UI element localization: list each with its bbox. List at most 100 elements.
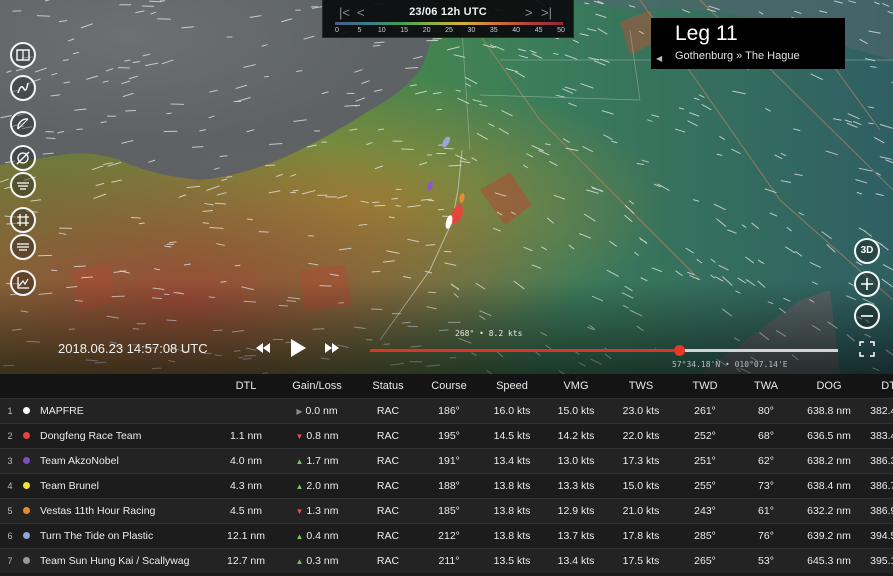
layers-icon[interactable] xyxy=(10,234,36,260)
cell-vmg: 14.2 kts xyxy=(544,422,608,448)
column-header-status[interactable]: Status xyxy=(358,374,418,398)
gain-loss-value: 1.7 nm xyxy=(306,454,339,467)
loss-down-icon: ▼ xyxy=(295,431,304,441)
cell-status: RAC xyxy=(358,497,418,523)
scale-tick-label: 50 xyxy=(557,27,565,34)
table-body: 1 MAPFRE ▶ 0.0 nm RAC 186° 16.0 kts 15.0 kts 23.… xyxy=(0,397,893,573)
cell-speed: 13.8 kts xyxy=(480,497,544,523)
race-map[interactable]: |< < 23/06 12h UTC > >| 0 5 10 15 20 25 30 35 40… xyxy=(0,0,893,374)
table-row[interactable]: 6 Turn The Tide on Plastic 12.1 nm ▲ 0.4 nm R… xyxy=(0,522,893,548)
team-color-dot xyxy=(23,432,30,440)
gain-loss-value: 2.0 nm xyxy=(306,479,339,492)
team-cell: Team Brunel xyxy=(20,472,216,498)
plus-icon xyxy=(861,278,873,290)
team-cell: Dongfeng Race Team xyxy=(20,422,216,448)
route-icon[interactable] xyxy=(10,75,36,101)
cell-dtf: 382.4 nm xyxy=(862,397,893,423)
gain-loss-value: 0.0 nm xyxy=(305,404,338,417)
column-header-team[interactable] xyxy=(20,374,216,398)
zoom-in-button[interactable] xyxy=(854,271,880,297)
team-color-dot xyxy=(23,407,30,415)
cell-status: RAC xyxy=(358,397,418,423)
grid-icon[interactable] xyxy=(10,207,36,233)
team-name: Team Brunel xyxy=(40,479,99,492)
map-book-icon[interactable] xyxy=(10,42,36,68)
gain-loss-value: 0.3 nm xyxy=(306,554,339,567)
cell-speed: 13.5 kts xyxy=(480,547,544,573)
play-button[interactable] xyxy=(289,336,309,360)
column-header-tws[interactable]: TWS xyxy=(608,374,674,398)
zoom-out-button[interactable] xyxy=(854,303,880,329)
chart-icon[interactable] xyxy=(10,270,36,296)
column-header-twa[interactable]: TWA xyxy=(736,374,796,398)
cell-twd: 285° xyxy=(674,522,736,548)
column-header-gain-loss[interactable]: Gain/Loss xyxy=(276,374,358,398)
leg-info-panel: ◀ Leg 11 Gothenburg » The Hague xyxy=(651,18,845,69)
loss-down-icon: ▼ xyxy=(295,506,304,516)
next-frame-button[interactable]: > xyxy=(525,5,533,20)
cell-dtl: 1.1 nm xyxy=(216,422,276,448)
leaderboard-table: DTL Gain/Loss Status Course Speed VMG TWS TWD TW… xyxy=(0,374,893,573)
cell-dog: 639.2 nm xyxy=(796,522,862,548)
cell-twd: 251° xyxy=(674,447,736,473)
column-header-dog[interactable]: DOG xyxy=(796,374,862,398)
rewind-button[interactable] xyxy=(254,336,272,360)
toggle-3d-button[interactable]: 3D xyxy=(854,238,880,264)
scale-tick-label: 25 xyxy=(445,27,453,34)
cell-status: RAC xyxy=(358,522,418,548)
table-row[interactable]: 4 Team Brunel 4.3 nm ▲ 2.0 nm RAC 188° 13.8 kts… xyxy=(0,472,893,498)
team-cell: MAPFRE xyxy=(20,397,216,423)
column-header-course[interactable]: Course xyxy=(418,374,480,398)
cell-dtf: 386.3 nm xyxy=(862,447,893,473)
column-header-rank[interactable] xyxy=(0,374,20,398)
scale-tick-label: 30 xyxy=(467,27,476,34)
cell-gain-loss: ▲ 1.7 nm xyxy=(276,447,358,473)
cell-dtf: 394.5 nm xyxy=(862,522,893,548)
fast-forward-button[interactable] xyxy=(323,336,341,360)
cell-speed: 16.0 kts xyxy=(480,397,544,423)
cell-gain-loss: ▲ 0.4 nm xyxy=(276,522,358,548)
row-rank: 7 xyxy=(0,547,20,573)
table-row[interactable]: 2 Dongfeng Race Team 1.1 nm ▼ 0.8 nm RAC 195° 1… xyxy=(0,422,893,448)
column-header-speed[interactable]: Speed xyxy=(480,374,544,398)
row-rank: 4 xyxy=(0,472,20,498)
cell-dtl: 12.1 nm xyxy=(216,522,276,548)
cell-speed: 13.4 kts xyxy=(480,447,544,473)
cell-course: 211° xyxy=(418,547,480,573)
waves-icon[interactable] xyxy=(10,172,36,198)
team-name: MAPFRE xyxy=(40,404,84,417)
gain-loss-value: 1.3 nm xyxy=(306,504,339,517)
cell-speed: 13.8 kts xyxy=(480,522,544,548)
collapse-arrow-icon[interactable]: ◀ xyxy=(656,54,662,63)
wind-icon[interactable] xyxy=(10,145,36,171)
timeline-handle[interactable] xyxy=(673,345,685,356)
cell-twa: 53° xyxy=(736,547,796,573)
team-cell: Team Sun Hung Kai / Scallywag xyxy=(20,547,216,573)
cell-dtl: 4.5 nm xyxy=(216,497,276,523)
leg-route: Gothenburg » The Hague xyxy=(675,50,800,62)
team-color-dot xyxy=(23,557,30,565)
table-row[interactable]: 1 MAPFRE ▶ 0.0 nm RAC 186° 16.0 kts 15.0 kts 23.… xyxy=(0,397,893,423)
column-header-twd[interactable]: TWD xyxy=(674,374,736,398)
cell-tws: 17.5 kts xyxy=(608,547,674,573)
cell-status: RAC xyxy=(358,447,418,473)
column-header-dtl[interactable]: DTL xyxy=(216,374,276,398)
column-header-dtf[interactable]: DTF xyxy=(862,374,893,398)
row-rank: 2 xyxy=(0,422,20,448)
scale-tick-label: 0 xyxy=(335,27,339,34)
fullscreen-icon[interactable] xyxy=(859,341,875,357)
cell-dtl: 4.0 nm xyxy=(216,447,276,473)
table-row[interactable]: 3 Team AkzoNobel 4.0 nm ▲ 1.7 nm RAC 191° 13.4 … xyxy=(0,447,893,473)
cell-twd: 243° xyxy=(674,497,736,523)
table-row[interactable]: 7 Team Sun Hung Kai / Scallywag 12.7 nm ▲ 0.… xyxy=(0,547,893,573)
compass-icon[interactable] xyxy=(10,111,36,137)
cell-course: 186° xyxy=(418,397,480,423)
cell-twa: 73° xyxy=(736,472,796,498)
column-header-vmg[interactable]: VMG xyxy=(544,374,608,398)
scale-tick-label: 15 xyxy=(400,27,409,34)
last-frame-button[interactable]: >| xyxy=(541,5,552,20)
cell-speed: 13.8 kts xyxy=(480,472,544,498)
playback-timeline[interactable] xyxy=(370,345,838,356)
table-row[interactable]: 5 Vestas 11th Hour Racing 4.5 nm ▼ 1.3 nm RAC… xyxy=(0,497,893,523)
cell-tws: 22.0 kts xyxy=(608,422,674,448)
